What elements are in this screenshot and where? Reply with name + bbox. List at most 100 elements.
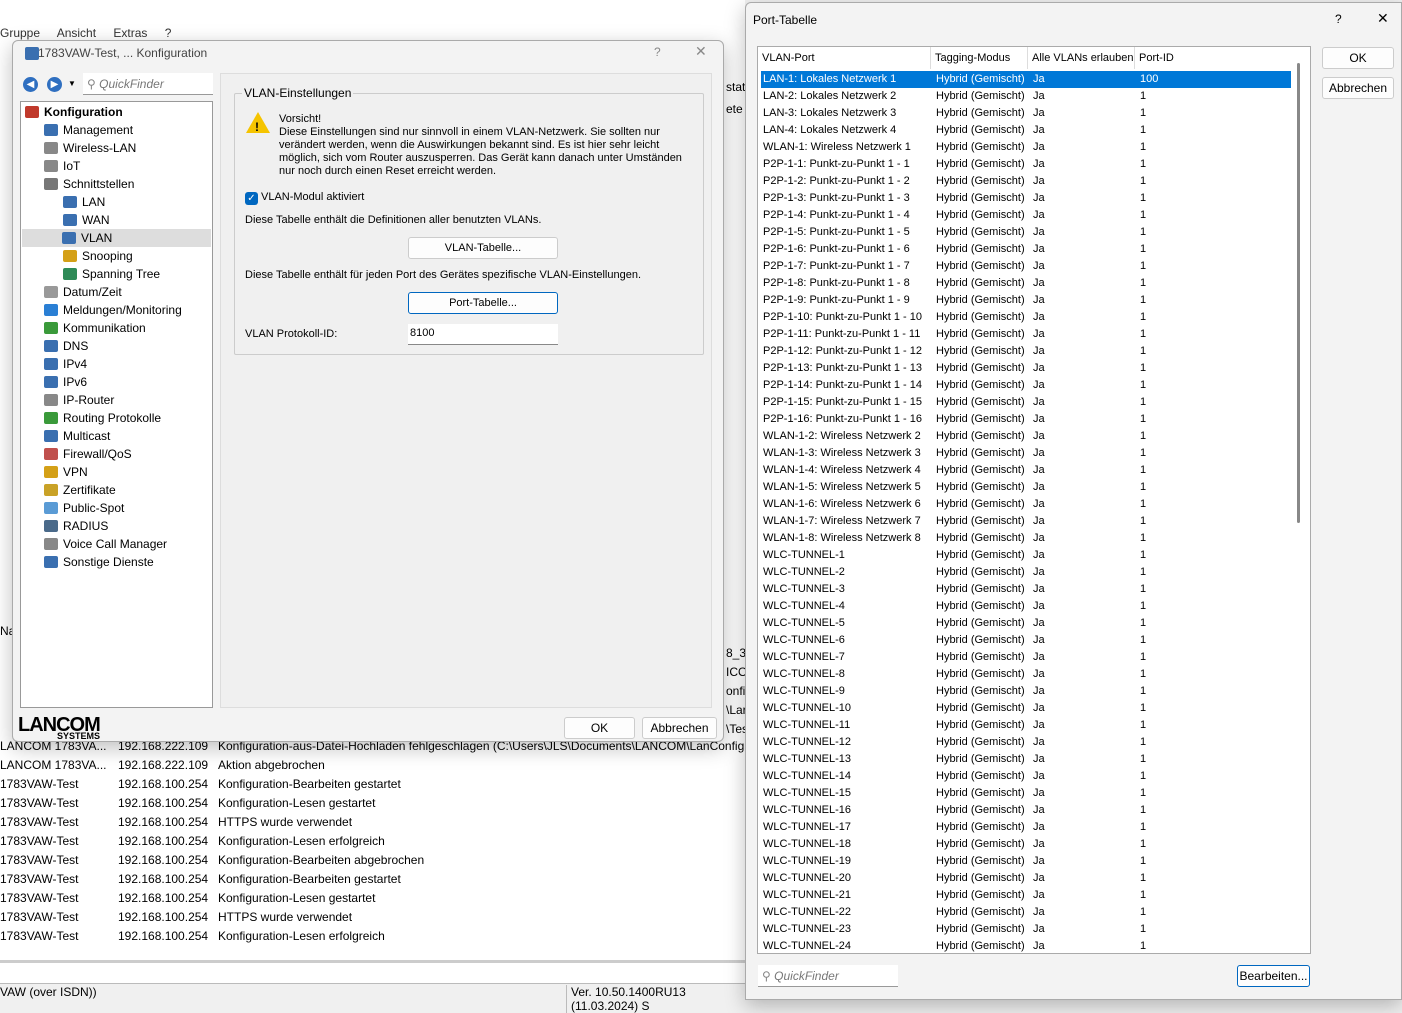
table-row[interactable]: WLAN-1-8: Wireless Netzwerk 8 Hybrid (Gem… xyxy=(761,530,1291,547)
table-row[interactable]: WLC-TUNNEL-18 Hybrid (Gemischt) Ja 1 xyxy=(761,836,1291,853)
table-row[interactable]: WLC-TUNNEL-11 Hybrid (Gemischt) Ja 1 xyxy=(761,717,1291,734)
table-row[interactable]: WLC-TUNNEL-1 Hybrid (Gemischt) Ja 1 xyxy=(761,547,1291,564)
column-header[interactable]: Tagging-Modus xyxy=(935,52,1010,70)
column-divider[interactable] xyxy=(1027,47,1028,69)
table-row[interactable]: WLC-TUNNEL-19 Hybrid (Gemischt) Ja 1 xyxy=(761,853,1291,870)
tree-item[interactable]: IPv4 xyxy=(44,355,87,373)
tree-item[interactable]: IPv6 xyxy=(44,373,87,391)
protocol-id-input[interactable]: 8100 xyxy=(408,324,558,345)
close-button[interactable]: ✕ xyxy=(1377,10,1389,27)
table-row[interactable]: P2P-1-1: Punkt-zu-Punkt 1 - 1 Hybrid (Gem… xyxy=(761,156,1291,173)
back-arrow-icon[interactable]: ◀ xyxy=(23,77,38,92)
tree-item[interactable]: IP-Router xyxy=(44,391,114,409)
quickfinder-input[interactable]: ⚲ QuickFinder xyxy=(83,73,213,95)
log-row[interactable]: 1783VAW-Test 192.168.100.254 Konfiguration… xyxy=(0,834,745,853)
table-row[interactable]: P2P-1-16: Punkt-zu-Punkt 1 - 16 Hybrid (G… xyxy=(761,411,1291,428)
table-row[interactable]: WLC-TUNNEL-2 Hybrid (Gemischt) Ja 1 xyxy=(761,564,1291,581)
table-row[interactable]: P2P-1-7: Punkt-zu-Punkt 1 - 7 Hybrid (Gem… xyxy=(761,258,1291,275)
tree-item[interactable]: LAN xyxy=(63,193,105,211)
tree-item[interactable]: Kommunikation xyxy=(44,319,146,337)
tree-item[interactable]: Zertifikate xyxy=(44,481,116,499)
tree-item[interactable]: RADIUS xyxy=(44,517,108,535)
ok-button[interactable]: OK xyxy=(564,717,635,739)
cancel-button[interactable]: Abbrechen xyxy=(1322,77,1394,99)
table-row[interactable]: P2P-1-15: Punkt-zu-Punkt 1 - 15 Hybrid (G… xyxy=(761,394,1291,411)
column-divider[interactable] xyxy=(930,47,931,69)
tree-item[interactable]: Snooping xyxy=(63,247,133,265)
table-row[interactable]: WLAN-1-6: Wireless Netzwerk 6 Hybrid (Gem… xyxy=(761,496,1291,513)
column-header[interactable]: VLAN-Port xyxy=(762,52,815,70)
table-row[interactable]: WLC-TUNNEL-14 Hybrid (Gemischt) Ja 1 xyxy=(761,768,1291,785)
table-row[interactable]: P2P-1-5: Punkt-zu-Punkt 1 - 5 Hybrid (Gem… xyxy=(761,224,1291,241)
scrollbar[interactable] xyxy=(0,960,745,963)
scrollbar[interactable] xyxy=(1297,63,1300,523)
tree-item[interactable]: WAN xyxy=(63,211,110,229)
vlan-table-button[interactable]: VLAN-Tabelle... xyxy=(408,237,558,259)
column-divider[interactable] xyxy=(1134,47,1135,69)
log-row[interactable]: 1783VAW-Test 192.168.100.254 Konfiguration… xyxy=(0,796,745,815)
tree-item[interactable]: Routing Protokolle xyxy=(44,409,161,427)
tree-item[interactable]: Wireless-LAN xyxy=(44,139,136,157)
table-row[interactable]: P2P-1-12: Punkt-zu-Punkt 1 - 12 Hybrid (G… xyxy=(761,343,1291,360)
tree-item[interactable]: Datum/Zeit xyxy=(44,283,122,301)
edit-button[interactable]: Bearbeiten... xyxy=(1237,965,1310,987)
table-row[interactable]: WLC-TUNNEL-7 Hybrid (Gemischt) Ja 1 xyxy=(761,649,1291,666)
table-row[interactable]: WLC-TUNNEL-9 Hybrid (Gemischt) Ja 1 xyxy=(761,683,1291,700)
column-header[interactable]: Alle VLANs erlauben xyxy=(1032,52,1134,70)
tree-item[interactable]: Firewall/QoS xyxy=(44,445,132,463)
table-row[interactable]: WLC-TUNNEL-24 Hybrid (Gemischt) Ja 1 xyxy=(761,938,1291,955)
tree-item[interactable]: Meldungen/Monitoring xyxy=(44,301,182,319)
help-button[interactable]: ? xyxy=(654,45,661,59)
tree-item[interactable]: DNS xyxy=(44,337,88,355)
table-row[interactable]: WLC-TUNNEL-17 Hybrid (Gemischt) Ja 1 xyxy=(761,819,1291,836)
port-table-button[interactable]: Port-Tabelle... xyxy=(408,292,558,314)
tree-item[interactable]: Management xyxy=(44,121,133,139)
history-dropdown-icon[interactable]: ▼ xyxy=(68,79,76,88)
log-row[interactable]: 1783VAW-Test 192.168.100.254 Konfiguration… xyxy=(0,891,745,910)
vlan-module-checkbox[interactable]: ✓ xyxy=(245,192,258,205)
table-row[interactable]: WLC-TUNNEL-23 Hybrid (Gemischt) Ja 1 xyxy=(761,921,1291,938)
table-row[interactable]: P2P-1-3: Punkt-zu-Punkt 1 - 3 Hybrid (Gem… xyxy=(761,190,1291,207)
forward-arrow-icon[interactable]: ▶ xyxy=(47,77,62,92)
table-row[interactable]: WLC-TUNNEL-15 Hybrid (Gemischt) Ja 1 xyxy=(761,785,1291,802)
table-row[interactable]: P2P-1-4: Punkt-zu-Punkt 1 - 4 Hybrid (Gem… xyxy=(761,207,1291,224)
tree-item[interactable]: Multicast xyxy=(44,427,110,445)
table-row[interactable]: WLC-TUNNEL-22 Hybrid (Gemischt) Ja 1 xyxy=(761,904,1291,921)
table-row[interactable]: WLC-TUNNEL-10 Hybrid (Gemischt) Ja 1 xyxy=(761,700,1291,717)
table-row[interactable]: WLC-TUNNEL-12 Hybrid (Gemischt) Ja 1 xyxy=(761,734,1291,751)
table-row[interactable]: WLAN-1-4: Wireless Netzwerk 4 Hybrid (Gem… xyxy=(761,462,1291,479)
table-row[interactable]: WLC-TUNNEL-6 Hybrid (Gemischt) Ja 1 xyxy=(761,632,1291,649)
table-row[interactable]: WLC-TUNNEL-3 Hybrid (Gemischt) Ja 1 xyxy=(761,581,1291,598)
table-row[interactable]: WLC-TUNNEL-8 Hybrid (Gemischt) Ja 1 xyxy=(761,666,1291,683)
log-row[interactable]: 1783VAW-Test 192.168.100.254 HTTPS wurde v… xyxy=(0,815,745,834)
log-row[interactable]: 1783VAW-Test 192.168.100.254 Konfiguration… xyxy=(0,853,745,872)
table-row[interactable]: WLC-TUNNEL-21 Hybrid (Gemischt) Ja 1 xyxy=(761,887,1291,904)
log-row[interactable]: 1783VAW-Test 192.168.100.254 Konfiguration… xyxy=(0,872,745,891)
log-row[interactable]: LANCOM 1783VA... 192.168.222.109 Aktion ab… xyxy=(0,758,745,777)
table-row[interactable]: WLC-TUNNEL-13 Hybrid (Gemischt) Ja 1 xyxy=(761,751,1291,768)
column-header[interactable]: Port-ID xyxy=(1139,52,1174,70)
tree-item[interactable]: Konfiguration xyxy=(25,103,123,121)
tree-item[interactable]: Sonstige Dienste xyxy=(44,553,154,571)
table-row[interactable]: P2P-1-13: Punkt-zu-Punkt 1 - 13 Hybrid (G… xyxy=(761,360,1291,377)
table-row[interactable]: LAN-1: Lokales Netzwerk 1 Hybrid (Gemisch… xyxy=(761,71,1291,88)
table-row[interactable]: WLAN-1-5: Wireless Netzwerk 5 Hybrid (Gem… xyxy=(761,479,1291,496)
table-row[interactable]: P2P-1-2: Punkt-zu-Punkt 1 - 2 Hybrid (Gem… xyxy=(761,173,1291,190)
tree-item[interactable]: Voice Call Manager xyxy=(44,535,167,553)
menu-gruppe[interactable]: Gruppe xyxy=(0,26,40,40)
ok-button[interactable]: OK xyxy=(1322,47,1394,69)
menu-help[interactable]: ? xyxy=(165,26,172,40)
table-row[interactable]: WLAN-1-3: Wireless Netzwerk 3 Hybrid (Gem… xyxy=(761,445,1291,462)
table-row[interactable]: P2P-1-6: Punkt-zu-Punkt 1 - 6 Hybrid (Gem… xyxy=(761,241,1291,258)
log-row[interactable]: 1783VAW-Test 192.168.100.254 Konfiguration… xyxy=(0,777,745,796)
table-row[interactable]: LAN-4: Lokales Netzwerk 4 Hybrid (Gemisch… xyxy=(761,122,1291,139)
table-row[interactable]: WLC-TUNNEL-5 Hybrid (Gemischt) Ja 1 xyxy=(761,615,1291,632)
config-tree[interactable]: Konfiguration Management Wireless-LAN IoT Sc… xyxy=(20,101,213,708)
table-row[interactable]: P2P-1-9: Punkt-zu-Punkt 1 - 9 Hybrid (Gem… xyxy=(761,292,1291,309)
table-row[interactable]: WLC-TUNNEL-16 Hybrid (Gemischt) Ja 1 xyxy=(761,802,1291,819)
table-row[interactable]: WLAN-1-2: Wireless Netzwerk 2 Hybrid (Gem… xyxy=(761,428,1291,445)
table-row[interactable]: P2P-1-8: Punkt-zu-Punkt 1 - 8 Hybrid (Gem… xyxy=(761,275,1291,292)
menu-extras[interactable]: Extras xyxy=(113,26,147,40)
quickfinder-input[interactable]: ⚲ QuickFinder xyxy=(758,965,898,987)
tree-item[interactable]: Public-Spot xyxy=(44,499,124,517)
